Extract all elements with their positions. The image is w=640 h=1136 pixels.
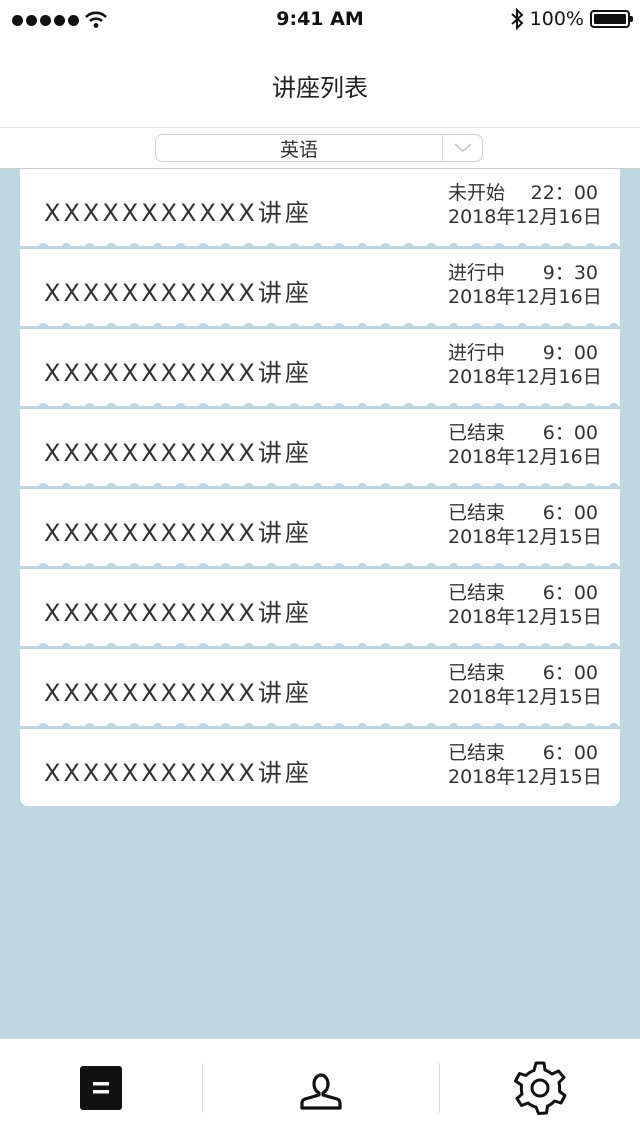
lecture-status: 已结束 (448, 422, 506, 444)
status-right: 100% (510, 8, 633, 30)
battery-percentage: 100% (529, 8, 584, 30)
lecture-date: 2018年12月16日 (448, 286, 602, 308)
lecture-status: 已结束 (448, 502, 506, 524)
page-title: 讲座列表 (272, 74, 368, 102)
lecture-status: 进行中 (448, 342, 506, 364)
lecture-date: 2018年12月15日 (448, 606, 602, 628)
lecture-card[interactable]: XXXXXXXXXXX讲座 已结束 6：00 2018年12月16日 (20, 409, 620, 486)
document-icon (80, 1066, 122, 1110)
lecture-status: 进行中 (448, 262, 506, 284)
lecture-card[interactable]: XXXXXXXXXXX讲座 已结束 6：00 2018年12月15日 (20, 649, 620, 726)
lecture-title: XXXXXXXXXXX讲座 (44, 759, 312, 787)
user-icon (300, 1073, 342, 1110)
lecture-date: 2018年12月15日 (448, 686, 602, 708)
tab-bar (0, 1038, 640, 1136)
filter-bar: 英语 (0, 128, 640, 169)
battery-icon (590, 10, 633, 28)
lecture-card[interactable]: XXXXXXXXXXX讲座 已结束 6：00 2018年12月15日 (20, 489, 620, 566)
lecture-title: XXXXXXXXXXX讲座 (44, 359, 312, 387)
navigation-bar: 讲座列表 (0, 40, 640, 128)
lecture-date: 2018年12月16日 (448, 446, 602, 468)
lecture-meta: 已结束 6：00 2018年12月16日 (448, 421, 602, 469)
lecture-time: 22：00 (530, 182, 598, 204)
lecture-title: XXXXXXXXXXX讲座 (44, 519, 312, 547)
lecture-time: 6：00 (542, 422, 598, 444)
subject-select-value: 英语 (279, 138, 318, 161)
lecture-meta: 已结束 6：00 2018年12月15日 (448, 581, 602, 629)
lecture-status: 已结束 (448, 582, 506, 604)
lecture-meta: 进行中 9：00 2018年12月16日 (448, 341, 602, 389)
lecture-time: 9：30 (542, 262, 598, 284)
lecture-time: 9：00 (542, 342, 598, 364)
lecture-card[interactable]: XXXXXXXXXXX讲座 进行中 9：00 2018年12月16日 (20, 329, 620, 406)
gear-icon (514, 1061, 567, 1115)
lecture-title: XXXXXXXXXXX讲座 (44, 439, 312, 467)
tab-profile[interactable] (203, 1039, 439, 1136)
lecture-card[interactable]: XXXXXXXXXXX讲座 已结束 6：00 2018年12月15日 (20, 569, 620, 646)
lecture-title: XXXXXXXXXXX讲座 (44, 599, 312, 627)
subject-select[interactable]: 英语 (155, 134, 483, 162)
tab-lectures[interactable] (0, 1039, 202, 1136)
lecture-date: 2018年12月15日 (448, 766, 602, 788)
lecture-meta: 已结束 6：00 2018年12月15日 (448, 501, 602, 549)
lecture-title: XXXXXXXXXXX讲座 (44, 679, 312, 707)
lecture-meta: 进行中 9：30 2018年12月16日 (448, 261, 602, 309)
lecture-date: 2018年12月16日 (448, 206, 602, 228)
lecture-title: XXXXXXXXXXX讲座 (44, 279, 312, 307)
lecture-meta: 已结束 6：00 2018年12月15日 (448, 661, 602, 709)
lecture-card[interactable]: XXXXXXXXXXX讲座 进行中 9：30 2018年12月16日 (20, 249, 620, 326)
lecture-time: 6：00 (542, 582, 598, 604)
chevron-down-icon[interactable] (442, 135, 482, 161)
lecture-list-area: XXXXXXXXXXX讲座 未开始 22：00 2018年12月16日 XXXXXXXX… (0, 169, 640, 1038)
lecture-meta: 已结束 6：00 2018年12月15日 (448, 741, 602, 789)
lecture-date: 2018年12月16日 (448, 366, 602, 388)
bluetooth-icon (511, 8, 524, 30)
lecture-card[interactable]: XXXXXXXXXXX讲座 已结束 6：00 2018年12月15日 (20, 729, 620, 806)
lecture-meta: 未开始 22：00 2018年12月16日 (448, 181, 602, 229)
lecture-status: 已结束 (448, 742, 506, 764)
lecture-time: 6：00 (542, 502, 598, 524)
lecture-time: 6：00 (542, 742, 598, 764)
lecture-date: 2018年12月15日 (448, 526, 602, 548)
status-bar: 9:41 AM 100% (0, 0, 640, 40)
lecture-card[interactable]: XXXXXXXXXXX讲座 未开始 22：00 2018年12月16日 (20, 169, 620, 246)
lecture-status: 未开始 (448, 182, 506, 204)
lecture-title: XXXXXXXXXXX讲座 (44, 199, 312, 227)
lecture-status: 已结束 (448, 662, 506, 684)
tab-settings[interactable] (440, 1039, 640, 1136)
lecture-time: 6：00 (542, 662, 598, 684)
